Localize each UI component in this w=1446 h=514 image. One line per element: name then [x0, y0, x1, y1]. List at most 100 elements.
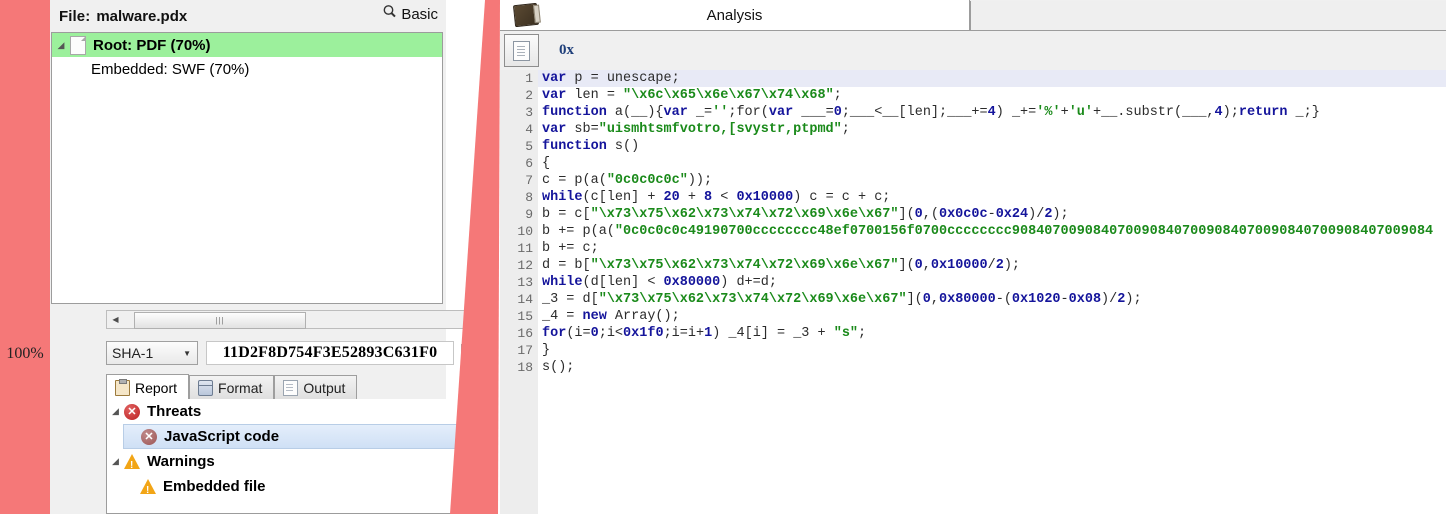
hash-value-field[interactable]: 11D2F8D754F3E52893C631F0: [206, 341, 454, 365]
code-token: while: [542, 275, 583, 290]
code-line[interactable]: d = b["\x73\x75\x62\x73\x74\x72\x69\x6e\…: [538, 257, 1446, 274]
code-line[interactable]: _4 = new Array();: [538, 308, 1446, 325]
code-line[interactable]: function s(): [538, 138, 1446, 155]
code-line[interactable]: b += p(a("0c0c0c0c49190700cccccccc48ef07…: [538, 223, 1446, 240]
code-line[interactable]: {: [538, 155, 1446, 172]
code-token: ,(: [922, 207, 939, 222]
tree-item-embedded[interactable]: Embedded: SWF (70%): [52, 57, 442, 81]
line-number: 9: [525, 207, 533, 222]
code-line[interactable]: c = p(a("0c0c0c0c"));: [538, 172, 1446, 189]
code-token: +: [1060, 105, 1069, 120]
code-token: 0x0c0c: [938, 207, 988, 222]
expander-arrow-icon[interactable]: ◢: [107, 456, 124, 467]
report-group-warnings[interactable]: ◢ Warnings: [107, 449, 491, 474]
code-token: );: [1052, 207, 1069, 222]
code-token: );: [1125, 292, 1142, 307]
database-icon: [198, 380, 214, 396]
code-token: ) d+=d;: [720, 275, 777, 290]
left-panel-tabs[interactable]: Report Format Output: [106, 374, 492, 400]
tab-format[interactable]: Format: [189, 375, 275, 400]
tree-horizontal-scrollbar[interactable]: ◀ ||| ▶: [106, 310, 488, 329]
structure-tree[interactable]: ◢ Root: PDF (70%) Embedded: SWF (70%): [51, 32, 443, 304]
report-item-embedded-file[interactable]: Embedded file: [107, 474, 491, 499]
code-token: var: [542, 122, 567, 137]
code-token: (i=: [566, 326, 591, 341]
code-token: "s": [833, 326, 859, 341]
code-line[interactable]: b += c;: [538, 240, 1446, 257]
code-token: return: [1238, 105, 1288, 120]
code-token: for: [542, 326, 567, 341]
hash-algorithm-select[interactable]: SHA-1 ▼: [106, 341, 198, 365]
tab-label: Format: [218, 380, 263, 396]
scroll-left-arrow-icon[interactable]: ◀: [107, 311, 124, 328]
chevron-down-icon[interactable]: ▼: [183, 349, 191, 358]
code-token: 0: [590, 326, 599, 341]
code-token: -: [987, 207, 996, 222]
code-line[interactable]: _3 = d["\x73\x75\x62\x73\x74\x72\x69\x6e…: [538, 291, 1446, 308]
line-number: 16: [517, 326, 533, 341]
code-token: 0x24: [995, 207, 1029, 222]
line-number: 15: [517, 309, 533, 324]
code-token: ;: [841, 122, 850, 137]
code-line[interactable]: while(c[len] + 20 + 8 < 0x10000) c = c +…: [538, 189, 1446, 206]
code-line[interactable]: s();: [538, 359, 1446, 376]
code-token: 4: [987, 105, 996, 120]
tree-item-root[interactable]: ◢ Root: PDF (70%): [52, 33, 442, 57]
code-token: /: [987, 258, 996, 273]
code-token: 20: [663, 190, 680, 205]
code-token: 0: [914, 207, 923, 222]
code-token: ](: [898, 207, 915, 222]
code-token: ](: [906, 292, 923, 307]
document-icon: [513, 40, 530, 61]
line-number: 1: [525, 71, 533, 86]
report-item-javascript-code[interactable]: ✕ JavaScript code: [123, 424, 491, 449]
line-number: 11: [517, 241, 533, 256]
report-tree[interactable]: ◢ ✕ Threats ✕ JavaScript code ◢ Warnings…: [106, 399, 492, 514]
code-line[interactable]: function a(__){var _='';for(var ___=0;__…: [538, 104, 1446, 121]
code-line[interactable]: b = c["\x73\x75\x62\x73\x74\x72\x69\x6e\…: [538, 206, 1446, 223]
view-source-button[interactable]: [504, 34, 539, 67]
code-line[interactable]: while(d[len] < 0x80000) d+=d;: [538, 274, 1446, 291]
error-icon: ✕: [124, 403, 140, 420]
document-icon: [283, 380, 299, 396]
basic-view-button[interactable]: Basic: [382, 4, 438, 24]
magnifier-icon: [382, 4, 397, 24]
code-token: ;i<: [598, 326, 624, 341]
code-token: 0x1f0: [623, 326, 664, 341]
code-line[interactable]: var p = unescape;: [538, 70, 1446, 87]
code-token: 8: [704, 190, 713, 205]
code-token: a(__){: [606, 105, 664, 120]
tab-label: Output: [303, 380, 346, 396]
tab-report[interactable]: Report: [106, 374, 190, 400]
code-token: var: [768, 105, 794, 120]
scrollbar-track[interactable]: |||: [124, 311, 470, 329]
code-content[interactable]: var p = unescape; var len = "\x6c\x65\x6e…: [538, 70, 1446, 514]
code-line[interactable]: var sb="uismhtsmfvotro,[svystr,ptpmd";: [538, 121, 1446, 138]
analysis-tabbar[interactable]: Analysis: [500, 0, 1446, 31]
code-line[interactable]: for(i=0;i<0x1f0;i=i+1) _4[i] = _3 + "s";: [538, 325, 1446, 342]
code-token: +: [679, 190, 705, 205]
code-token: 1: [704, 326, 713, 341]
code-token: {: [542, 156, 551, 171]
file-bar: File: malware.pdx Basic: [50, 0, 446, 32]
expander-arrow-icon[interactable]: ◢: [52, 40, 70, 50]
code-token: _=: [687, 105, 713, 120]
code-token: b += p(a(: [542, 224, 615, 239]
code-token: 0x10000: [736, 190, 794, 205]
line-number: 6: [525, 156, 533, 171]
scrollbar-thumb[interactable]: |||: [134, 312, 306, 329]
code-token: 0: [922, 292, 931, 307]
highlight-band-left: [0, 0, 50, 514]
expander-arrow-icon[interactable]: ◢: [107, 406, 124, 417]
tab-analysis[interactable]: Analysis: [500, 0, 970, 31]
code-line[interactable]: var len = "\x6c\x65\x6e\x67\x74\x68";: [538, 87, 1446, 104]
tab-output[interactable]: Output: [274, 375, 358, 400]
code-viewer[interactable]: 1 2 3 4 5 6 7 8 9 10 11 12 13 14 15 16 17 18 var p = unes…: [500, 70, 1446, 514]
file-label: File:: [59, 7, 91, 25]
analysis-toolbar[interactable]: 0x: [500, 31, 1446, 71]
code-token: ;: [858, 326, 867, 341]
report-group-threats[interactable]: ◢ ✕ Threats: [107, 399, 491, 424]
code-line[interactable]: }: [538, 342, 1446, 359]
code-token: d = b[: [542, 258, 591, 273]
code-token: "0c0c0c0c": [606, 173, 688, 188]
